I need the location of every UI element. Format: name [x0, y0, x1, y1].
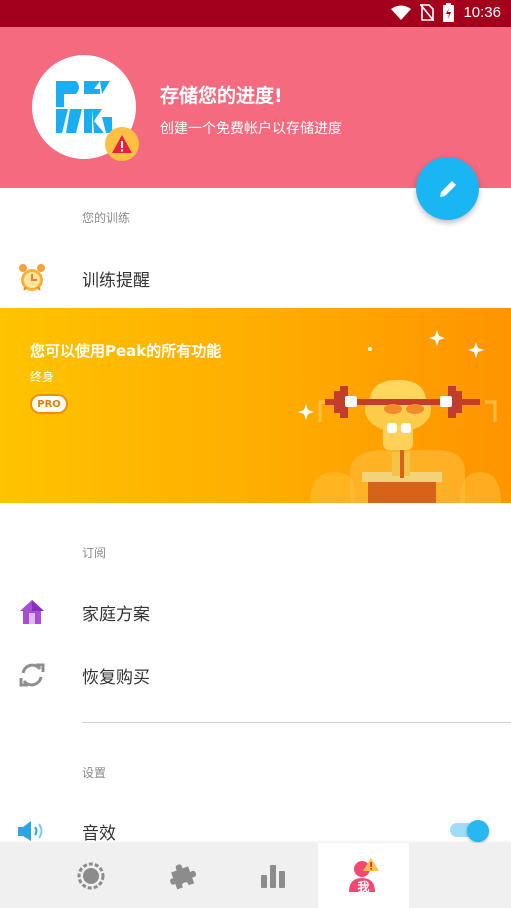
- weightlifter-illustration: [298, 330, 501, 503]
- header-subtitle: 创建一个免费帐户以存储进度: [160, 121, 342, 137]
- status-time: 10:36: [463, 4, 501, 21]
- nav-me-label: 我: [357, 880, 370, 894]
- section-subscription-label: 订阅: [82, 546, 107, 560]
- puzzle-icon: [169, 863, 196, 889]
- battery-icon: [443, 3, 455, 22]
- nav-tab-stats[interactable]: [227, 843, 318, 908]
- restore-purchase-label: 恢复购买: [82, 668, 150, 688]
- alarm-clock-icon: [17, 263, 47, 293]
- header-title: 存储您的进度!: [160, 85, 283, 107]
- speaker-icon: [17, 816, 47, 846]
- pro-promo-banner[interactable]: 您可以使用Peak的所有功能 终身 PRO: [0, 308, 511, 503]
- nav-tab-games[interactable]: [136, 843, 227, 908]
- nav-tab-workout[interactable]: [45, 843, 136, 908]
- nav-tab-me[interactable]: 我: [318, 843, 409, 908]
- avatar[interactable]: [32, 55, 139, 161]
- section-divider: [82, 722, 511, 723]
- stats-icon: [260, 864, 285, 888]
- house-icon: [17, 597, 47, 627]
- section-training-label: 您的训练: [82, 211, 131, 225]
- status-icons: 10:36: [391, 3, 501, 22]
- restore-purchase-row[interactable]: 恢复购买: [0, 646, 511, 702]
- workout-icon: [77, 862, 104, 889]
- warning-icon: [112, 135, 132, 153]
- peak-logo: [56, 81, 112, 133]
- pro-badge: PRO: [30, 394, 68, 414]
- family-plan-row[interactable]: 家庭方案: [0, 583, 511, 639]
- promo-title: 您可以使用Peak的所有功能: [30, 342, 222, 360]
- sound-effects-label: 音效: [82, 824, 116, 844]
- refresh-icon: [17, 660, 47, 690]
- wifi-icon: [391, 5, 412, 20]
- training-reminder-row[interactable]: 训练提醒: [0, 249, 511, 305]
- training-reminder-label: 训练提醒: [82, 271, 150, 291]
- toggle-thumb: [467, 820, 489, 842]
- sound-effects-toggle[interactable]: [450, 820, 490, 842]
- status-bar: 10:36: [0, 0, 511, 27]
- bottom-nav: 我: [0, 843, 511, 908]
- family-plan-label: 家庭方案: [82, 605, 150, 625]
- promo-subtitle: 终身: [30, 370, 55, 384]
- edit-fab-button[interactable]: [416, 157, 479, 220]
- edit-icon: [439, 180, 456, 197]
- no-sim-icon: [420, 4, 435, 21]
- warning-badge: [105, 127, 139, 161]
- section-settings-label: 设置: [82, 766, 107, 780]
